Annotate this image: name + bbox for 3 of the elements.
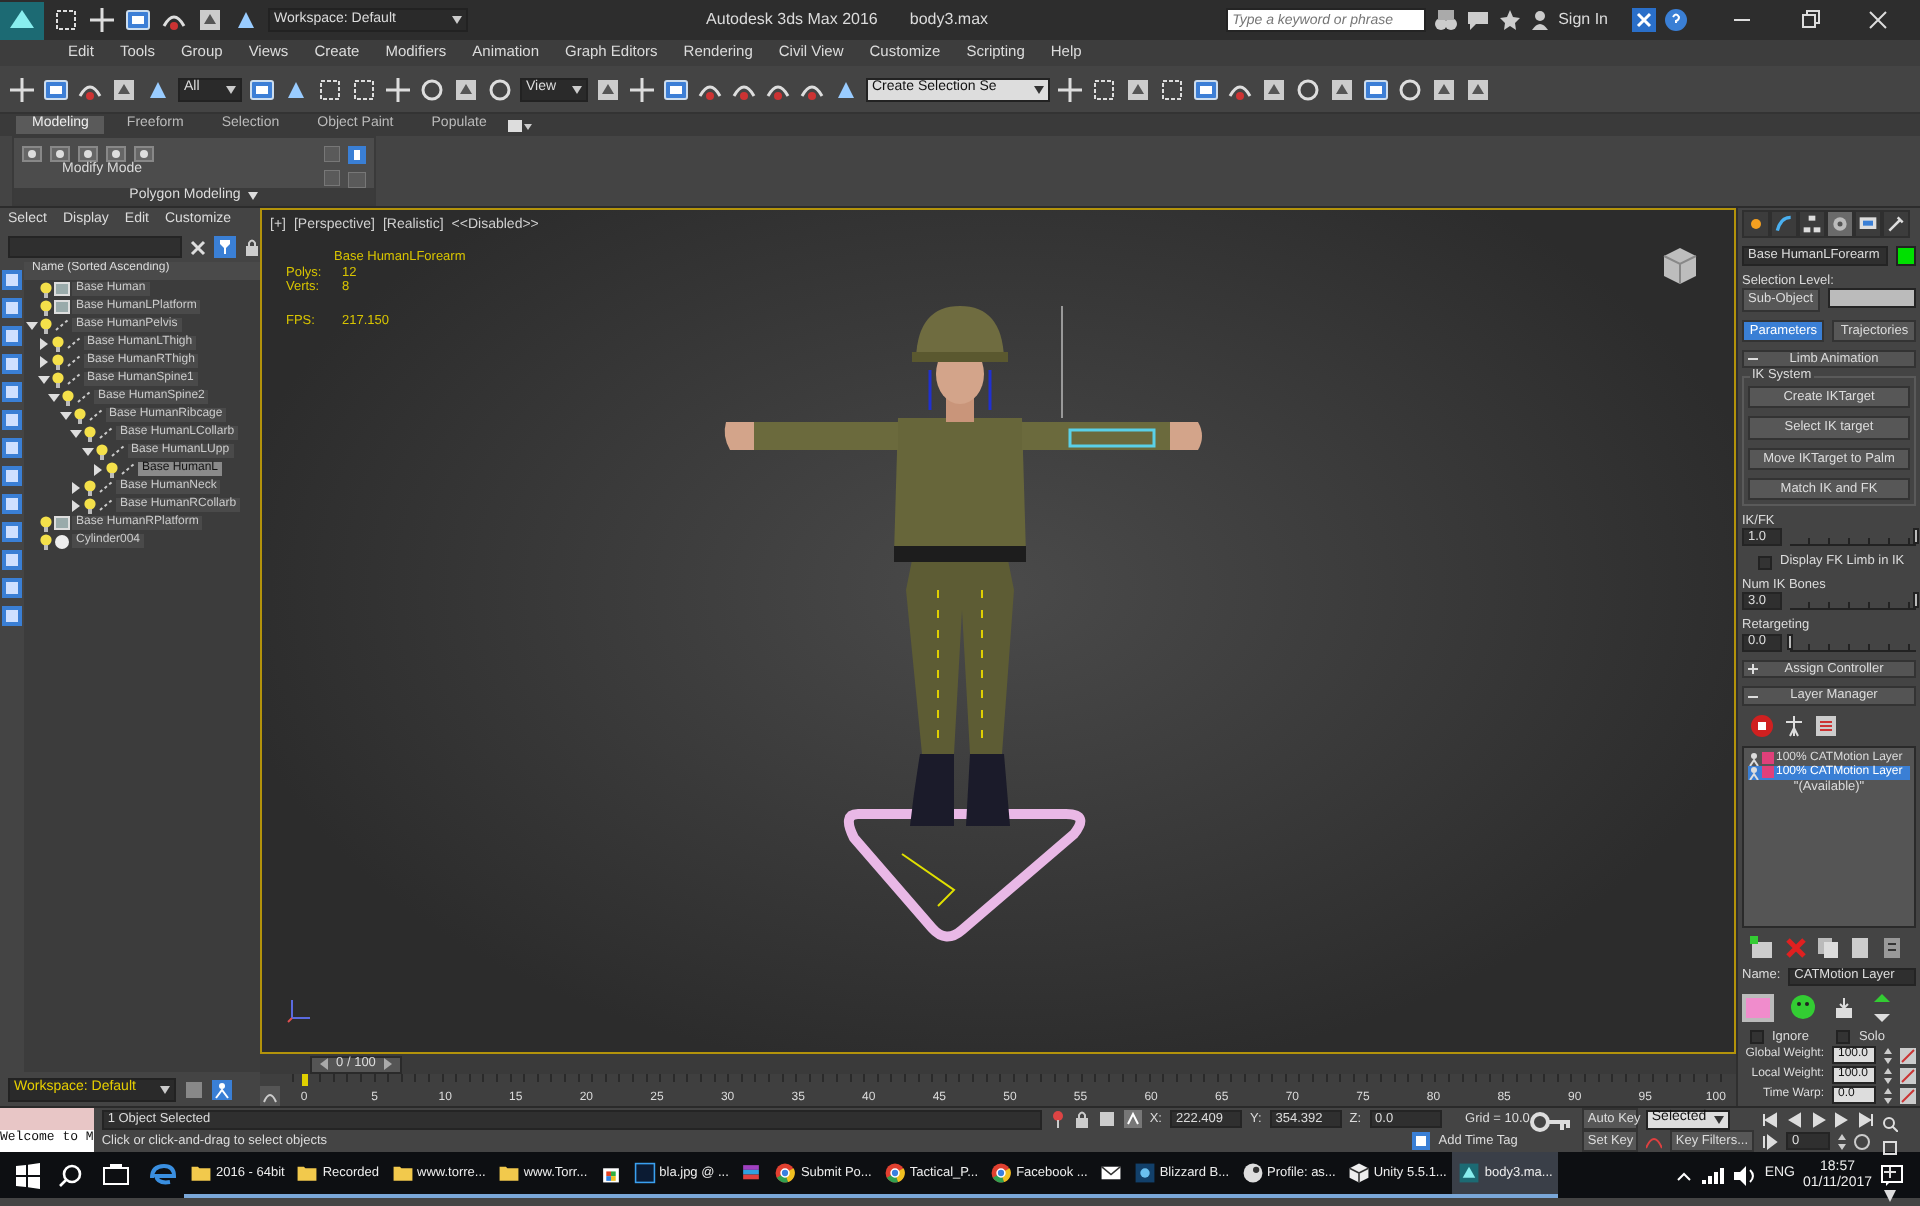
window-title: Autodesk 3ds Max 2016 bbox=[706, 10, 878, 30]
sign-in-link[interactable]: Sign In bbox=[1558, 10, 1608, 30]
file-name: body3.max bbox=[909, 10, 989, 30]
